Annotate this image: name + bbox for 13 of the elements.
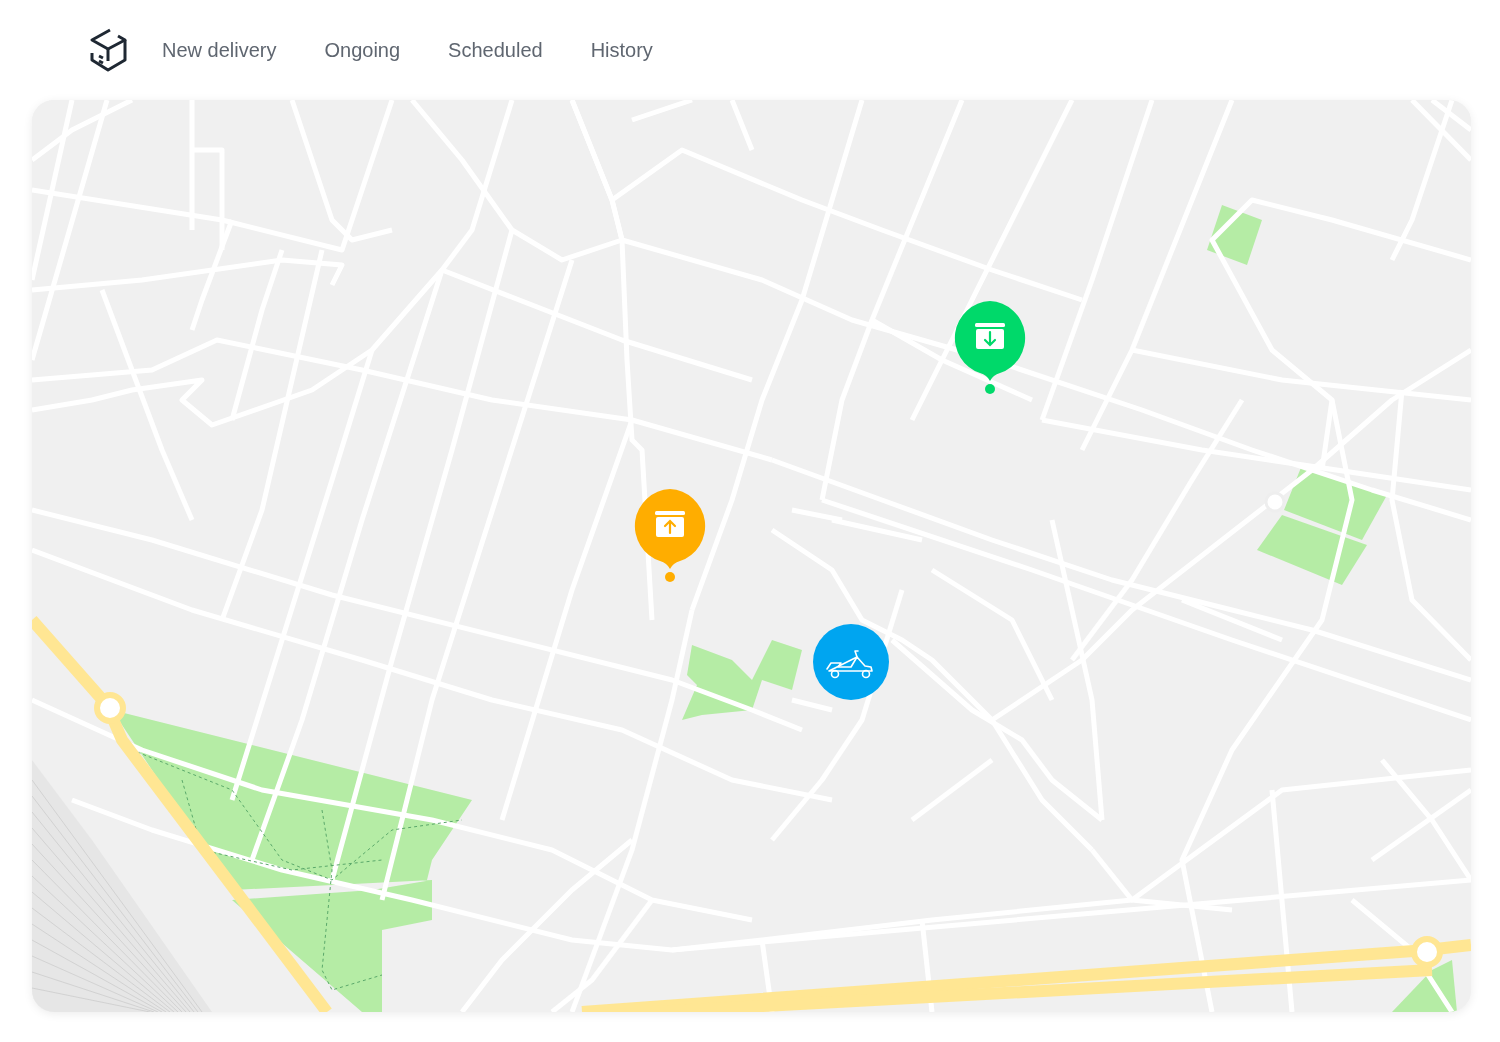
park-area [1392, 960, 1457, 1012]
box-logo-icon[interactable] [88, 27, 128, 73]
nav-link[interactable]: History [590, 38, 653, 62]
nav-link[interactable]: Scheduled [448, 38, 543, 62]
nav-link[interactable]: Ongoing [324, 38, 401, 62]
roundabout [1411, 936, 1443, 968]
pickup-marker-icon[interactable] [632, 488, 708, 582]
nav-link[interactable]: New delivery [162, 38, 277, 62]
roundabout [94, 692, 126, 724]
roundabout [1264, 491, 1286, 513]
scooter-marker-icon[interactable] [813, 624, 889, 700]
park-area [1207, 205, 1262, 265]
dropoff-marker-icon[interactable] [952, 300, 1028, 394]
